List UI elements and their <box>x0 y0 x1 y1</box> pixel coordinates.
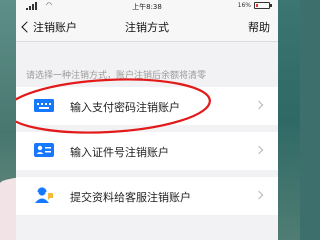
battery-icon <box>254 2 272 9</box>
chevron-right-icon <box>254 190 264 200</box>
option-label: 输入证件号注销账户 <box>70 146 169 159</box>
phone-screen: ◠ 上午8:38 16% 注销账户 注销方式 帮助 请选择一种注销方式，账户注销… <box>16 0 278 240</box>
option-label: 输入支付密码注销账户 <box>70 101 180 114</box>
nav-bar: 注销账户 注销方式 帮助 <box>16 12 278 42</box>
status-bar: ◠ 上午8:38 16% <box>16 0 278 12</box>
hint-text: 请选择一种注销方式，账户注销后余额将清零 <box>26 71 207 81</box>
keyboard-icon <box>34 99 54 112</box>
option-label: 提交资料给客服注销账户 <box>70 191 191 204</box>
customer-service-icon <box>35 187 53 203</box>
chevron-right-icon <box>254 100 264 110</box>
status-right: 16% <box>237 2 272 9</box>
help-button[interactable]: 帮助 <box>248 19 270 35</box>
battery-percent: 16% <box>237 2 251 9</box>
chevron-left-icon <box>21 21 33 33</box>
chevron-right-icon <box>254 145 264 155</box>
background-right <box>278 0 300 240</box>
option-id-number[interactable]: 输入证件号注销账户 <box>16 132 278 170</box>
option-password[interactable]: 输入支付密码注销账户 <box>16 87 278 125</box>
option-customer-service[interactable]: 提交资料给客服注销账户 <box>16 177 278 215</box>
back-button[interactable]: 注销账户 <box>20 19 77 35</box>
battery-level <box>256 4 258 7</box>
id-card-icon <box>34 143 54 157</box>
back-label: 注销账户 <box>33 21 77 34</box>
